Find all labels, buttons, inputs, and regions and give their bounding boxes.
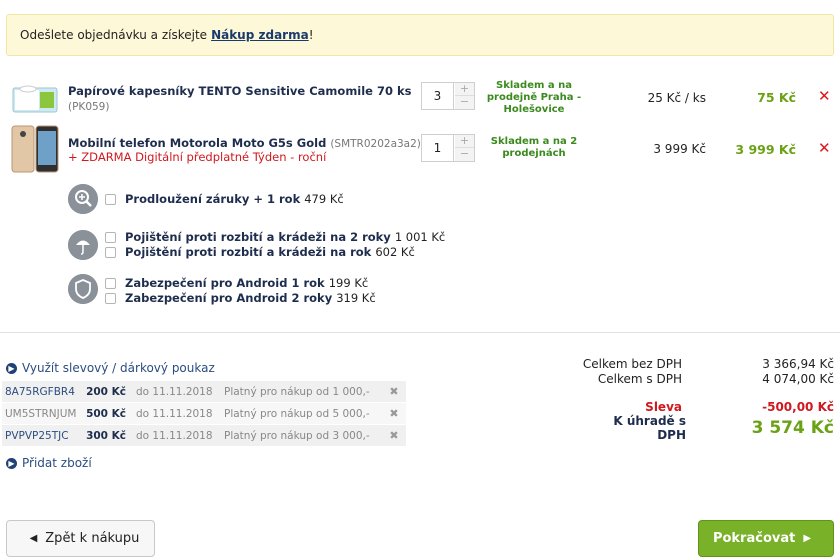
continue-button[interactable]: Pokračovat ▶ — [698, 520, 834, 557]
quantity-stepper[interactable]: 1 + − — [421, 134, 475, 162]
summary-discount-label: Sleva — [645, 400, 682, 414]
back-button-label: Zpět k nákupu — [45, 531, 140, 546]
product-title[interactable]: Mobilní telefon Motorola Moto G5s Gold — [68, 136, 326, 150]
add-product-label[interactable]: Přidat zboží — [22, 456, 92, 470]
line-total: 75 Kč — [757, 90, 796, 105]
voucher-code: PVPVP25TJC — [5, 429, 69, 442]
section-divider — [0, 332, 840, 333]
summary-discount: Sleva -500,00 Kč — [582, 400, 834, 414]
service-checkbox[interactable] — [105, 277, 116, 289]
remove-voucher-icon[interactable]: ✖ — [384, 407, 404, 420]
service-price: 602 Kč — [375, 245, 415, 259]
line-total: 3 999 Kč — [735, 142, 796, 157]
service-group-insurance: Pojištění proti rozbití a krádeži na 2 r… — [68, 228, 568, 260]
service-option[interactable]: Pojištění proti rozbití a krádeži na 2 r… — [105, 230, 445, 244]
service-group-warranty: Prodloužení záruky + 1 rok 479 Kč — [68, 184, 568, 214]
stock-status: Skladem a na 2 prodejnách — [490, 136, 578, 159]
service-group-security: Zabezpečení pro Android 1 rok 199 Kč Zab… — [68, 274, 568, 306]
promo-text: Odešlete objednávku a získejte — [20, 28, 208, 42]
service-label: Zabezpečení pro Android 2 roky — [125, 291, 333, 305]
voucher-link[interactable]: ▶ Využít slevový / dárkový poukaz — [6, 361, 215, 375]
summary-discount-value: -500,00 Kč — [762, 400, 834, 414]
service-label: Pojištění proti rozbití a krádeži na rok — [125, 245, 372, 259]
free-gift-note: + ZDARMA Digitální předplatné Týden - ro… — [68, 150, 327, 164]
quantity-value[interactable]: 1 — [422, 135, 454, 161]
service-label: Pojištění proti rozbití a krádeži na 2 r… — [125, 230, 391, 244]
magnifier-plus-icon — [68, 184, 98, 214]
promo-suffix: ! — [308, 28, 314, 42]
service-option[interactable]: Zabezpečení pro Android 2 roky 319 Kč — [105, 291, 376, 305]
voucher-link-label[interactable]: Využít slevový / dárkový poukaz — [22, 361, 215, 375]
summary-gross: Celkem s DPH 4 074,00 Kč — [582, 372, 834, 386]
voucher-code: 8A75RGFBR4 — [5, 385, 75, 398]
umbrella-icon — [68, 230, 98, 260]
service-label: Zabezpečení pro Android 1 rok — [125, 276, 325, 290]
summary-net-value: 3 366,94 Kč — [762, 357, 834, 371]
voucher-row[interactable]: PVPVP25TJC 300 Kč do 11.11.2018 Platný p… — [2, 425, 406, 447]
tissue-box-thumbnail — [12, 85, 58, 113]
quantity-value[interactable]: 3 — [422, 83, 454, 109]
voucher-validity: do 11.11.2018 — [136, 429, 213, 442]
chevron-right-icon: ▶ — [6, 362, 17, 374]
summary-total: K úhradě s DPH 3 574 Kč — [582, 414, 834, 442]
service-checkbox[interactable] — [105, 231, 116, 243]
voucher-amount: 300 Kč — [86, 429, 126, 442]
service-option[interactable]: Pojištění proti rozbití a krádeži na rok… — [105, 245, 415, 259]
voucher-amount: 200 Kč — [86, 385, 126, 398]
quantity-stepper[interactable]: 3 + − — [421, 82, 475, 110]
voucher-list: 8A75RGFBR4 200 Kč do 11.11.2018 Platný p… — [2, 381, 406, 447]
service-price: 319 Kč — [336, 291, 376, 305]
service-price: 479 Kč — [304, 192, 344, 206]
service-option[interactable]: Zabezpečení pro Android 1 rok 199 Kč — [105, 276, 368, 290]
cart-item: Mobilní telefon Motorola Moto G5s Gold (… — [0, 122, 840, 178]
voucher-code: UM5STRNJUM — [5, 407, 77, 420]
summary-net: Celkem bez DPH 3 366,94 Kč — [582, 357, 834, 371]
promo-link[interactable]: Nákup zdarma — [211, 28, 309, 42]
voucher-amount: 500 Kč — [86, 407, 126, 420]
continue-button-label: Pokračovat — [712, 531, 796, 546]
service-checkbox[interactable] — [105, 292, 116, 304]
back-to-shop-button[interactable]: ◀ Zpět k nákupu — [6, 520, 155, 557]
remove-voucher-icon[interactable]: ✖ — [384, 429, 404, 442]
service-option[interactable]: Prodloužení záruky + 1 rok 479 Kč — [105, 192, 344, 206]
remove-item-icon[interactable]: ✕ — [818, 87, 831, 105]
product-name[interactable]: Papírové kapesníky TENTO Sensitive Camom… — [68, 84, 411, 115]
voucher-condition: Platný pro nákup od 1 000,- — [224, 385, 370, 398]
decrement-button[interactable]: − — [455, 148, 474, 161]
voucher-row[interactable]: 8A75RGFBR4 200 Kč do 11.11.2018 Platný p… — [2, 381, 406, 403]
service-label: Prodloužení záruky + 1 rok — [125, 192, 301, 206]
unit-price: 25 Kč / ks — [647, 91, 706, 105]
voucher-validity: do 11.11.2018 — [136, 407, 213, 420]
summary-gross-label: Celkem s DPH — [597, 372, 682, 386]
product-code: (SMTR0202a3a2) — [330, 138, 421, 150]
remove-item-icon[interactable]: ✕ — [818, 139, 831, 157]
voucher-condition: Platný pro nákup od 3 000,- — [224, 429, 370, 442]
voucher-condition: Platný pro nákup od 5 000,- — [224, 407, 370, 420]
product-code: (PK059) — [68, 101, 110, 113]
voucher-row[interactable]: UM5STRNJUM 500 Kč do 11.11.2018 Platný p… — [2, 403, 406, 425]
product-title[interactable]: Papírové kapesníky TENTO Sensitive Camom… — [68, 84, 411, 98]
chevron-left-icon: ◀ — [29, 533, 38, 544]
shield-icon — [68, 274, 98, 304]
service-checkbox[interactable] — [105, 246, 116, 258]
summary-total-label: K úhradě s DPH — [613, 414, 686, 442]
chevron-right-icon: ▶ — [6, 457, 17, 469]
voucher-validity: do 11.11.2018 — [136, 385, 213, 398]
service-checkbox[interactable] — [105, 193, 116, 205]
stock-status: Skladem a na prodejně Praha - Holešovice — [486, 80, 582, 115]
promo-banner: Odešlete objednávku a získejte Nákup zda… — [6, 14, 834, 56]
chevron-right-icon: ▶ — [803, 533, 812, 544]
service-price: 199 Kč — [328, 276, 369, 290]
summary-gross-value: 4 074,00 Kč — [762, 372, 834, 386]
unit-price: 3 999 Kč — [653, 142, 706, 156]
summary-net-label: Celkem bez DPH — [582, 357, 682, 371]
add-product-link[interactable]: ▶ Přidat zboží — [6, 456, 92, 470]
remove-voucher-icon[interactable]: ✖ — [384, 385, 404, 398]
phone-thumbnail — [11, 125, 59, 173]
decrement-button[interactable]: − — [455, 96, 474, 109]
service-price: 1 001 Kč — [394, 230, 446, 244]
summary-total-value: 3 574 Kč — [751, 418, 834, 438]
